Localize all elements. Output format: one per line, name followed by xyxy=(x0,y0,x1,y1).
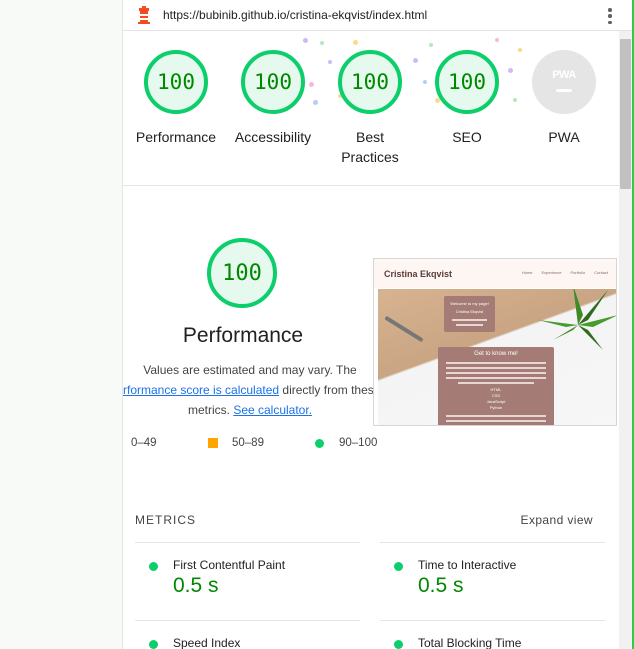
desc-line-2: directly from these xyxy=(279,383,377,397)
gauge-ring: 100 xyxy=(435,50,499,114)
metric-first-contentful-paint: First Contentful Paint 0.5 s xyxy=(149,558,349,606)
legend-average: 50–89 xyxy=(208,437,264,449)
thumb-welcome-card: Welcome to my page! Cristina Ekqvist xyxy=(444,296,495,332)
thumb-hero: Welcome to my page! Cristina Ekqvist Get… xyxy=(378,289,616,425)
square-icon xyxy=(208,438,218,448)
performance-description: Values are estimated and may vary. The r… xyxy=(123,360,377,420)
legend-fail: 0–49 xyxy=(131,437,157,449)
plant-image xyxy=(538,289,616,350)
thumb-site-title: Cristina Ekqvist xyxy=(384,268,453,279)
gauge-label: PWA xyxy=(548,129,580,145)
performance-gauge: 100 xyxy=(207,238,277,308)
metric-speed-index: Speed Index xyxy=(149,636,349,649)
lighthouse-icon xyxy=(138,6,150,24)
legend-pass: 90–100 xyxy=(315,437,377,449)
gauge-best-practices[interactable]: 100 Best Practices xyxy=(320,50,420,167)
gauge-label: SEO xyxy=(452,129,482,145)
metric-time-to-interactive: Time to Interactive 0.5 s xyxy=(394,558,594,606)
metric-name: Speed Index xyxy=(173,636,241,649)
metric-total-blocking-time: Total Blocking Time xyxy=(394,636,594,649)
gauge-score: 100 xyxy=(448,70,486,94)
report-topbar: https://bubinib.github.io/cristina-ekqvi… xyxy=(123,0,634,31)
gauge-score: 100 xyxy=(157,70,195,94)
pass-circle-icon xyxy=(394,562,403,571)
scrollbar-thumb[interactable] xyxy=(620,39,631,189)
gauge-label: Performance xyxy=(135,129,217,145)
gauge-pwa[interactable]: PWA PWA xyxy=(514,50,614,147)
gauge-accessibility[interactable]: 100 Accessibility xyxy=(223,50,323,147)
performance-title: Performance xyxy=(182,324,304,347)
performance-score: 100 xyxy=(222,260,262,286)
metric-name: Time to Interactive xyxy=(418,558,517,572)
gauge-ring: 100 xyxy=(144,50,208,114)
gauge-score: 100 xyxy=(254,70,292,94)
pwa-badge-text: PWA xyxy=(552,68,576,81)
metric-value: 0.5 s xyxy=(173,574,219,597)
lighthouse-report: https://bubinib.github.io/cristina-ekqvi… xyxy=(123,0,634,649)
gauge-label: Accessibility xyxy=(234,129,312,145)
metrics-title: METRICS xyxy=(135,513,196,527)
see-calculator-link[interactable]: See calculator. xyxy=(233,403,312,417)
gauge-performance[interactable]: 100 Performance xyxy=(126,50,226,147)
more-options-icon[interactable] xyxy=(606,6,614,26)
metric-name: Total Blocking Time xyxy=(418,636,522,649)
desc-line-3: metrics. xyxy=(187,403,234,417)
pwa-badge-icon: PWA xyxy=(532,50,596,114)
pass-circle-icon xyxy=(394,640,403,649)
pass-circle-icon xyxy=(149,562,158,571)
gauge-seo[interactable]: 100 SEO xyxy=(417,50,517,147)
pass-circle-icon xyxy=(149,640,158,649)
gauge-label: Best Practices xyxy=(341,129,399,165)
thumb-nav: Home Experience Portfolio Contact xyxy=(521,270,608,275)
expand-view-toggle[interactable]: Expand view xyxy=(521,513,593,527)
category-gauges: 100 Performance 100 Accessibility 100 Be… xyxy=(123,38,619,178)
score-calculated-link[interactable]: rformance score is calculated xyxy=(123,383,279,397)
metric-name: First Contentful Paint xyxy=(173,558,286,572)
gauge-score: 100 xyxy=(351,70,389,94)
divider xyxy=(123,185,619,186)
desc-line-1: Values are estimated and may vary. The xyxy=(143,363,357,377)
metrics-header: METRICS Expand view xyxy=(135,513,605,527)
metric-value: 0.5 s xyxy=(418,574,464,597)
report-url: https://bubinib.github.io/cristina-ekqvi… xyxy=(163,8,428,22)
circle-icon xyxy=(315,438,324,448)
scrollbar[interactable] xyxy=(619,31,632,649)
page-screenshot[interactable]: Cristina Ekqvist Home Experience Portfol… xyxy=(373,258,617,426)
gauge-ring: 100 xyxy=(241,50,305,114)
thumb-about-card: Get to know me! HTML CSS JavaScript Pyth… xyxy=(438,347,554,425)
score-legend: 0–49 50–89 90–100 xyxy=(131,437,391,451)
gauge-ring: 100 xyxy=(338,50,402,114)
left-panel xyxy=(0,0,123,649)
